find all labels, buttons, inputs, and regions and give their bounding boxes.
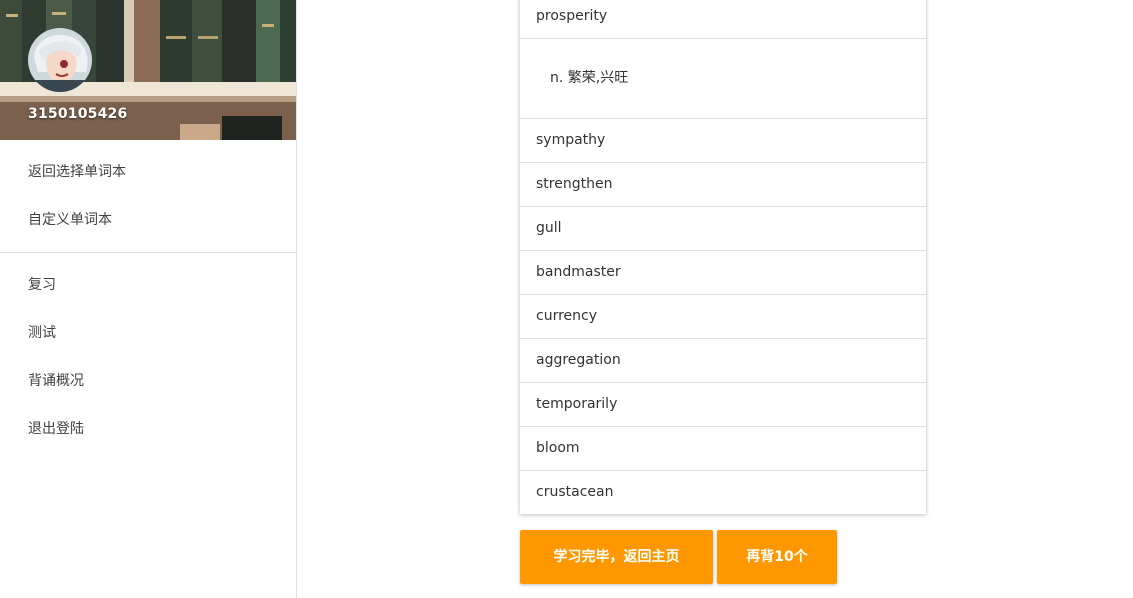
sidebar: 3150105426 返回选择单词本 自定义单词本 复习 测试 背诵概况 退出登…	[0, 0, 297, 598]
nav-progress-overview[interactable]: 背诵概况	[0, 357, 296, 405]
word-item[interactable]: bandmaster	[520, 251, 926, 295]
word-item[interactable]: bloom	[520, 427, 926, 471]
word-list: prosperity n. 繁荣,兴旺 sympathy strengthen …	[520, 0, 926, 514]
word-definition: n. 繁荣,兴旺	[520, 39, 926, 119]
sidebar-header: 3150105426	[0, 0, 296, 140]
word-item[interactable]: aggregation	[520, 339, 926, 383]
nav-review[interactable]: 复习	[0, 261, 296, 309]
study-ten-more-button[interactable]: 再背10个	[717, 530, 837, 584]
word-item[interactable]: currency	[520, 295, 926, 339]
nav-custom-wordbook[interactable]: 自定义单词本	[0, 196, 296, 244]
user-id: 3150105426	[28, 106, 128, 122]
app-window: 3150105426 返回选择单词本 自定义单词本 复习 测试 背诵概况 退出登…	[0, 0, 1133, 598]
nav-primary: 返回选择单词本 自定义单词本	[0, 140, 296, 252]
nav-logout[interactable]: 退出登陆	[0, 405, 296, 453]
word-item[interactable]: temporarily	[520, 383, 926, 427]
word-item[interactable]: sympathy	[520, 119, 926, 163]
word-item[interactable]: gull	[520, 207, 926, 251]
nav-back-to-wordbooks[interactable]: 返回选择单词本	[0, 148, 296, 196]
word-text: prosperity	[536, 8, 608, 24]
avatar[interactable]	[28, 28, 92, 92]
finish-and-return-button[interactable]: 学习完毕，返回主页	[520, 530, 713, 584]
nav-secondary: 复习 测试 背诵概况 退出登陆	[0, 252, 296, 461]
word-item-expanded[interactable]: prosperity	[520, 0, 926, 39]
word-item[interactable]: crustacean	[520, 471, 926, 514]
word-item[interactable]: strengthen	[520, 163, 926, 207]
avatar-portrait-image	[28, 28, 92, 92]
nav-test[interactable]: 测试	[0, 309, 296, 357]
